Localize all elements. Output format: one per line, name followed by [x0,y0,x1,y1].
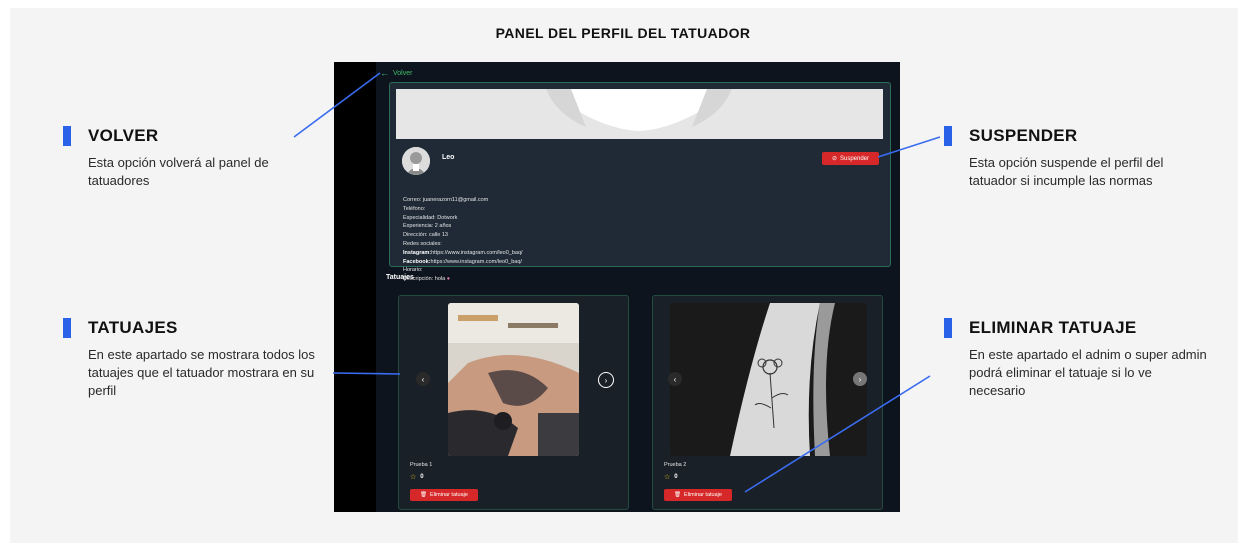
info-redes: Redes sociales: [403,240,442,247]
annotation-title: SUSPENDER [969,126,1078,145]
profile-card: Leo ⊘ Suspender Correo: juanerazorn11@gm… [389,82,891,282]
tattoo-rating: ☆ 0 [410,473,424,481]
sidebar [334,62,376,512]
carousel-next-button[interactable]: › [853,372,867,386]
annotation-eliminar: ELIMINAR TATUAJE En este apartado el adn… [944,318,1207,400]
info-facebook: Facebook:https://www.instagram.com/leo0_… [403,258,523,267]
tattoo-rating: ☆ 0 [664,473,678,481]
trash-icon: 🗑 [420,492,428,498]
delete-tattoo-button[interactable]: 🗑 Eliminar tatuaje [410,489,478,501]
annotation-bar [63,126,71,146]
profile-info: Correo: juanerazorn11@gmail.com Teléfono… [403,196,523,284]
annotation-text: Esta opción volverá al panel de tatuador… [88,155,269,188]
annotation-title: TATUAJES [88,318,178,337]
annotation-bar [944,126,952,146]
delete-label: Eliminar tatuaje [430,492,468,498]
info-horario: Horario: [403,267,423,274]
tattoo-image [670,303,867,456]
delete-tattoo-button[interactable]: 🗑 Eliminar tatuaje [664,489,732,501]
star-icon[interactable]: ☆ [410,473,416,481]
trash-icon: 🗑 [674,492,682,498]
profile-banner [396,89,883,139]
info-telefono: Teléfono: [403,205,426,212]
info-descripcion: Descripción: hola ● [403,275,523,284]
rating-count: 0 [674,474,678,480]
tattoo-name: Prueba 1 [410,462,433,468]
annotation-volver: VOLVER Esta opción volverá al panel de t… [63,126,313,190]
annotation-bar [944,318,952,338]
suspend-label: Suspender [840,155,870,162]
section-title-tattoos: Tatuajes [386,274,414,281]
info-especialidad: Especialidad: Dotwork [403,214,458,221]
annotation-text: Esta opción suspende el perfil del tatua… [969,155,1164,188]
annotation-title: VOLVER [88,126,159,145]
profile-name: Leo [442,154,455,161]
delete-label: Eliminar tatuaje [684,492,722,498]
carousel-next-button[interactable]: › [598,372,614,388]
tattoo-image [448,303,579,456]
chevron-left-icon: ‹ [673,374,677,384]
instagram-link[interactable]: https://www.instagram.com/leo0_baq/ [431,250,522,256]
rating-count: 0 [420,474,424,480]
suspend-button[interactable]: ⊘ Suspender [822,152,879,165]
chevron-right-icon: › [858,374,862,384]
info-direccion: Dirección: calle 13 [403,232,448,239]
info-experiencia: Experiencia: 2 años [403,223,452,230]
facebook-link[interactable]: https://www.instagram.com/leo0_baq/ [431,259,522,265]
heart-emoji-icon: ● [446,276,451,283]
back-label: Volver [393,69,413,77]
annotation-title: ELIMINAR TATUAJE [969,318,1137,337]
tattoo-card: ‹ › Prueba 2 ☆ 0 🗑 Eliminar tatuaje [652,295,883,510]
info-correo: Correo: juanerazorn11@gmail.com [403,197,489,203]
page-title: PANEL DEL PERFIL DEL TATUADOR [495,25,751,41]
avatar [402,147,430,175]
star-icon[interactable]: ☆ [664,473,670,481]
back-button[interactable]: ← Volver [380,68,412,78]
app-screenshot: ← Volver Leo ⊘ Suspender Correo: juanera… [334,62,900,512]
annotation-text: En este apartado el adnim o super admin … [969,347,1207,398]
instagram-label: Instagram: [403,249,432,256]
facebook-label: Facebook: [403,258,431,265]
arrow-left-icon: ← [380,68,389,78]
annotation-suspender: SUSPENDER Esta opción suspende el perfil… [944,126,1184,190]
chevron-right-icon: › [604,375,608,385]
info-instagram: Instagram:https://www.instagram.com/leo0… [403,249,523,258]
tattoo-name: Prueba 2 [664,462,687,468]
tattoo-card: ‹ › Prueba 1 ☆ 0 🗑 Eliminar tatuaje [398,295,629,510]
annotation-text: En este apartado se mostrara todos los t… [88,347,315,398]
annotation-tatuajes: TATUAJES En este apartado se mostrara to… [63,318,343,400]
carousel-prev-button[interactable]: ‹ [416,372,430,386]
chevron-left-icon: ‹ [421,374,425,384]
user-block-icon: ⊘ [831,156,837,162]
carousel-prev-button[interactable]: ‹ [668,372,682,386]
annotation-bar [63,318,71,338]
